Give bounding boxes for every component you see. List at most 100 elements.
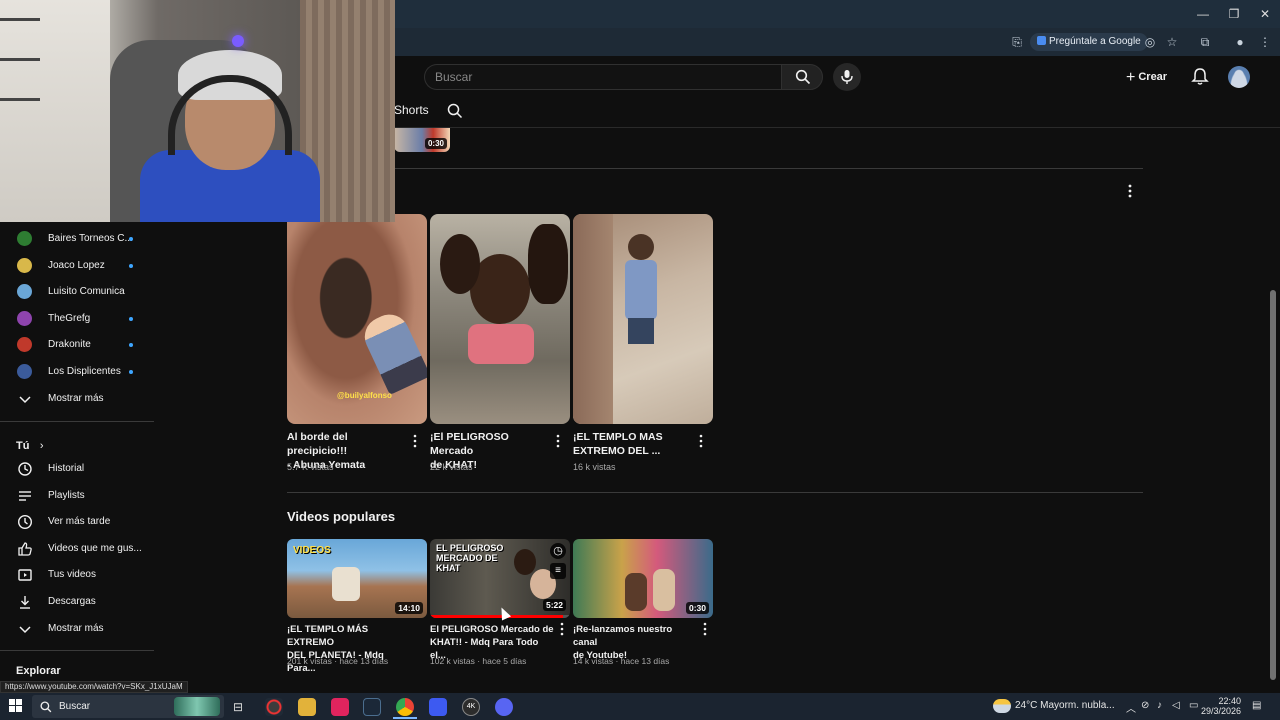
network-status-icon[interactable]: ⊘ — [1141, 700, 1149, 711]
video-meta: 201 k vistas · hace 13 días — [287, 656, 389, 666]
task-view-icon[interactable]: ⊟ — [233, 700, 243, 714]
add-to-queue-icon[interactable]: ≡ — [550, 563, 566, 579]
eye-off-icon[interactable]: ◎ — [1141, 33, 1159, 51]
short-title[interactable]: ¡EL TEMPLO MAS EXTREMO DEL ... — [573, 430, 693, 458]
search-icon — [40, 701, 52, 713]
install-app-icon[interactable]: ⎘ — [1008, 33, 1026, 51]
head-figure — [628, 234, 654, 260]
volume-icon[interactable]: ◁ — [1172, 700, 1180, 711]
watch-later-icon[interactable]: ◷ — [550, 543, 566, 559]
profile-icon[interactable]: ● — [1231, 33, 1249, 51]
extensions-icon[interactable]: ⧉ — [1196, 33, 1214, 51]
show-more-subscriptions[interactable]: Mostrar más — [0, 386, 154, 412]
more-options-icon[interactable] — [557, 622, 567, 636]
you-section-link[interactable]: Tú › — [16, 436, 44, 454]
sidebar-subscription[interactable]: Los Displicentes — [0, 359, 154, 385]
weather-icon[interactable] — [993, 699, 1011, 713]
title-line: El PELIGROSO Mercado de — [430, 624, 554, 635]
more-options-icon[interactable] — [700, 622, 710, 636]
downloads-icon — [20, 596, 30, 609]
show-more-you[interactable]: Mostrar más — [0, 616, 154, 642]
channel-name: Joaco Lopez — [48, 259, 105, 271]
explore-heading: Explorar — [16, 665, 61, 677]
video-thumbnail[interactable]: 0:30 — [573, 539, 713, 618]
more-options-icon[interactable] — [553, 434, 563, 448]
channel-name: Luisito Comunica — [48, 286, 125, 298]
sidebar-subscription[interactable]: TheGrefg — [0, 306, 154, 332]
short-thumbnail[interactable]: @builyalfonso — [287, 214, 427, 424]
channel-avatar — [17, 337, 32, 353]
sidebar-item[interactable]: Descargas — [0, 589, 154, 615]
tab-shorts[interactable]: Shorts — [394, 103, 429, 117]
like-icon — [18, 542, 32, 556]
notifications-button[interactable] — [1190, 66, 1210, 86]
discord-icon[interactable] — [495, 698, 513, 716]
sidebar-subscription[interactable]: Joaco Lopez — [0, 253, 154, 279]
display-icon[interactable]: ▭ — [1189, 700, 1198, 711]
sidebar-item-label: Descargas — [48, 596, 96, 607]
clock-date: 29/3/2026 — [1200, 706, 1241, 716]
notification-center-icon[interactable]: ▤ — [1252, 700, 1261, 711]
taskbar-search[interactable]: Buscar — [32, 695, 224, 718]
sidebar-item[interactable]: Videos que me gus... — [0, 536, 154, 562]
chevron-up-icon[interactable]: ︿ — [1126, 700, 1136, 715]
create-button[interactable]: + Crear — [1126, 66, 1176, 88]
duration-badge: 0:30 — [685, 602, 709, 614]
page-scrollbar[interactable] — [1270, 290, 1276, 680]
account-avatar[interactable] — [1228, 66, 1250, 88]
voice-search-button[interactable] — [833, 63, 861, 91]
video-thumbnail[interactable]: EL PELIGROSO MERCADO DE KHAT ◷ ≡ 5:22 — [430, 539, 570, 618]
restore-button[interactable]: ❐ — [1225, 6, 1243, 22]
rgb-light — [232, 35, 244, 47]
duration-badge: 14:10 — [395, 602, 423, 614]
sidebar-item[interactable]: Historial — [0, 456, 154, 482]
bookmark-star-icon[interactable]: ☆ — [1163, 33, 1181, 51]
person-figure — [358, 308, 427, 395]
more-options-icon[interactable] — [410, 434, 420, 448]
store-icon[interactable] — [429, 698, 447, 716]
progress-fill — [430, 615, 563, 618]
search-button[interactable] — [781, 64, 823, 90]
short-thumbnail[interactable] — [573, 214, 713, 424]
weather-text[interactable]: 24°C Mayorm. nubla... — [1015, 700, 1115, 711]
sidebar-subscription[interactable]: Drakonite — [0, 332, 154, 358]
windows-start-icon[interactable] — [9, 699, 23, 713]
microphone-icon — [841, 70, 853, 84]
channel-search-icon[interactable] — [447, 103, 463, 119]
sidebar-divider — [0, 421, 154, 422]
video-title[interactable]: ¡EL TEMPLO MÁS EXTREMO DEL PLANETA! - Mdq… — [287, 623, 413, 675]
sidebar-item[interactable]: Ver más tarde — [0, 509, 154, 535]
active-app-indicator — [393, 717, 417, 719]
ask-google-label: Pregúntale a Google — [1049, 36, 1141, 47]
chrome-icon[interactable] — [396, 698, 414, 716]
sidebar-item[interactable]: Playlists — [0, 483, 154, 509]
sidebar-item[interactable]: Tus videos — [0, 562, 154, 588]
microphone-tray-icon[interactable]: ♪ — [1157, 700, 1162, 711]
media-app-icon[interactable] — [265, 698, 283, 716]
more-options-icon[interactable] — [696, 434, 706, 448]
title-line: ¡Re-lanzamos nuestro canal — [573, 624, 673, 648]
section-more-icon[interactable] — [1125, 184, 1135, 198]
ask-google-button[interactable]: Pregúntale a Google — [1030, 33, 1148, 51]
shelf — [0, 18, 40, 21]
steam-icon[interactable] — [363, 698, 381, 716]
person-figure — [625, 573, 647, 611]
tiktok-icon[interactable] — [331, 698, 349, 716]
short-views: 22 k vistas — [430, 462, 473, 472]
short-thumbnail[interactable] — [430, 214, 570, 424]
previous-short-thumbnail[interactable]: 0:30 — [394, 128, 450, 152]
4k-app-icon[interactable]: 4K — [462, 698, 480, 716]
history-icon — [18, 462, 32, 476]
creator-watermark: @builyalfonso — [337, 391, 392, 400]
minimize-button[interactable]: — — [1194, 6, 1212, 22]
sidebar-subscription[interactable]: Baires Torneos C... — [0, 226, 154, 252]
close-window-button[interactable]: ✕ — [1256, 6, 1274, 22]
search-input[interactable]: Buscar — [424, 64, 782, 90]
browser-menu-icon[interactable]: ⋮ — [1256, 33, 1274, 51]
file-explorer-icon[interactable] — [298, 698, 316, 716]
sidebar-subscription[interactable]: Luisito Comunica — [0, 279, 154, 305]
title-line: ¡El PELIGROSO Mercado — [430, 431, 509, 457]
clock[interactable]: 22:40 29/3/2026 — [1201, 696, 1241, 716]
sidebar-item-label: Ver más tarde — [48, 516, 111, 528]
video-thumbnail[interactable]: VIDEOS 14:10 — [287, 539, 427, 618]
